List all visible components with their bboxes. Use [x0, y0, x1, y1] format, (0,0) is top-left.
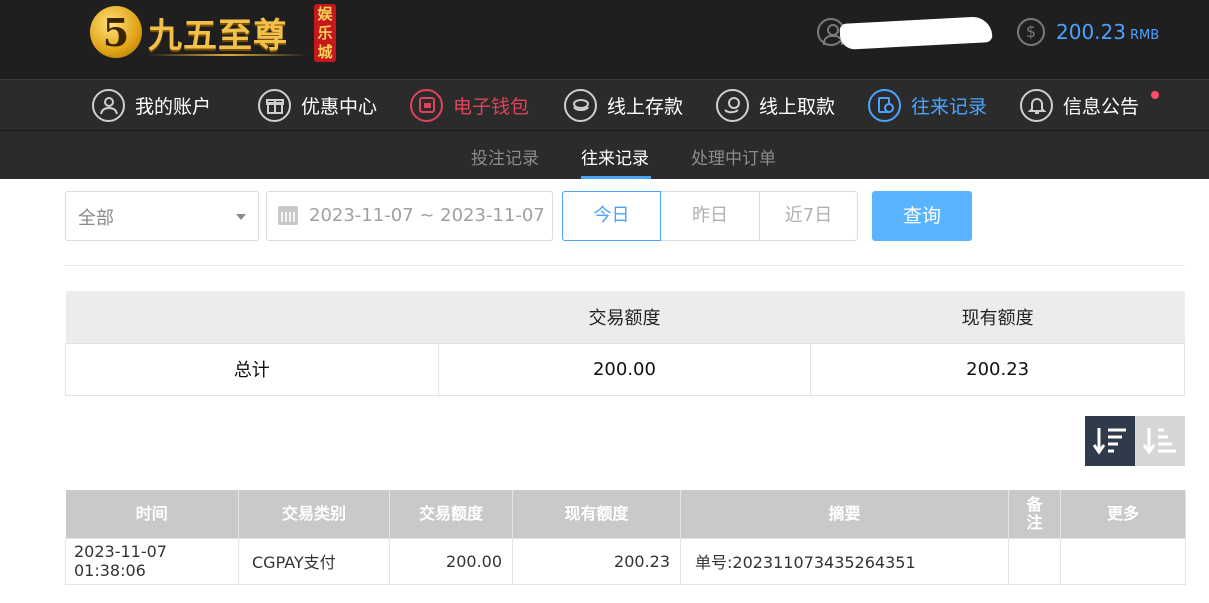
row-type: CGPAY支付	[238, 537, 390, 585]
nav-e-wallet[interactable]: 电子钱包	[410, 88, 529, 122]
column-header: 摘要	[680, 490, 1009, 538]
nav-label: 我的账户	[135, 95, 212, 118]
tab-bet-records[interactable]: 投注记录	[471, 144, 539, 169]
nav-label: 电子钱包	[453, 95, 530, 118]
logo-ornament	[148, 54, 308, 56]
column-header: 现有额度	[512, 490, 681, 538]
nav-transaction-records[interactable]: 往来记录	[868, 88, 987, 122]
summary-header	[65, 291, 439, 343]
nav-promotions[interactable]: 优惠中心	[258, 88, 377, 122]
summary-total-amount: 200.00	[437, 342, 812, 396]
sub-nav: 投注记录 往来记录 处理中订单	[0, 130, 1209, 179]
row-summary: 单号:202311073435264351	[680, 537, 1009, 585]
row-time: 2023-11-07 01:38:06	[65, 537, 239, 585]
nav-label: 往来记录	[911, 95, 988, 118]
logo-emblem: 5	[90, 6, 142, 58]
balance-display: 200.23 RMB	[1056, 20, 1159, 44]
date-range-picker[interactable]: 2023-11-07 ~ 2023-11-07	[266, 191, 553, 241]
bell-icon	[1020, 88, 1053, 122]
sort-descending-button[interactable]	[1085, 416, 1135, 466]
records-icon	[868, 88, 901, 122]
top-header: 5 九五至尊 娱乐城 tks002436 $ 200.23RMB	[0, 0, 1209, 79]
caret-down-icon	[236, 214, 246, 220]
row-more[interactable]	[1060, 537, 1186, 585]
balance-currency: RMB	[1129, 28, 1160, 43]
balance-amount: 200.23	[1056, 20, 1126, 44]
table-row: 2023-11-07 01:38:06 CGPAY支付 200.00 200.2…	[65, 537, 1186, 585]
deposit-icon	[564, 88, 597, 122]
nav-online-deposit[interactable]: 线上存款	[564, 88, 683, 122]
logo-name: 九五至尊	[148, 16, 288, 56]
row-balance: 200.23	[512, 537, 681, 585]
summary-table: 交易额度 现有额度 总计 200.00 200.23	[65, 291, 1185, 396]
withdraw-icon	[716, 88, 749, 122]
row-amount: 200.00	[389, 537, 513, 585]
records-header-row: 时间 交易类别 交易额度 现有额度 摘要 备注 更多	[65, 490, 1186, 538]
summary-total-label: 总计	[65, 342, 439, 396]
sort-ascending-button[interactable]	[1135, 416, 1185, 466]
column-header: 交易类别	[238, 490, 390, 538]
site-logo[interactable]: 5 九五至尊 娱乐城	[88, 4, 340, 68]
column-header: 更多	[1060, 490, 1186, 538]
summary-total-row: 总计 200.00 200.23	[65, 342, 1185, 396]
select-value: 全部	[78, 208, 114, 229]
summary-total-balance: 200.23	[810, 342, 1185, 396]
summary-header-row: 交易额度 现有额度	[65, 291, 1185, 343]
row-note	[1008, 537, 1061, 585]
user-circle-icon	[92, 88, 125, 122]
nav-online-withdraw[interactable]: 线上取款	[716, 88, 835, 122]
main-nav: 我的账户 优惠中心 电子钱包 线上存款 线上取款 往来记录 信息公告	[0, 79, 1209, 130]
yesterday-button[interactable]: 昨日	[661, 191, 760, 241]
transaction-type-select[interactable]: 全部	[65, 191, 259, 241]
tab-transaction-records[interactable]: 往来记录	[581, 144, 649, 169]
nav-announcements[interactable]: 信息公告	[1020, 88, 1139, 122]
today-button[interactable]: 今日	[562, 191, 661, 241]
nav-my-account[interactable]: 我的账户	[92, 88, 211, 122]
sort-asc-icon	[1143, 428, 1176, 455]
notification-dot	[1151, 91, 1159, 99]
records-table: 时间 交易类别 交易额度 现有额度 摘要 备注 更多 2023-11-07 01…	[65, 490, 1186, 585]
column-header: 交易额度	[389, 490, 513, 538]
divider	[65, 265, 1185, 266]
nav-label: 信息公告	[1063, 95, 1140, 118]
sort-desc-icon	[1093, 428, 1126, 455]
wallet-icon	[410, 88, 443, 122]
column-header: 备注	[1008, 490, 1061, 538]
calendar-icon	[278, 206, 298, 225]
nav-label: 线上取款	[759, 95, 836, 118]
date-range-value: 2023-11-07 ~ 2023-11-07	[309, 205, 545, 226]
dollar-coin-icon: $	[1017, 18, 1045, 46]
active-tab-indicator	[581, 176, 651, 179]
nav-label: 优惠中心	[301, 95, 378, 118]
tab-pending-orders[interactable]: 处理中订单	[691, 144, 776, 169]
last-7-days-button[interactable]: 近7日	[759, 191, 858, 241]
query-button[interactable]: 查询	[872, 191, 972, 241]
summary-header: 交易额度	[438, 291, 811, 343]
nav-label: 线上存款	[607, 95, 684, 118]
gift-icon	[258, 88, 291, 122]
column-header: 时间	[65, 490, 239, 538]
logo-badge: 娱乐城	[314, 4, 336, 62]
summary-header: 现有额度	[810, 291, 1185, 343]
